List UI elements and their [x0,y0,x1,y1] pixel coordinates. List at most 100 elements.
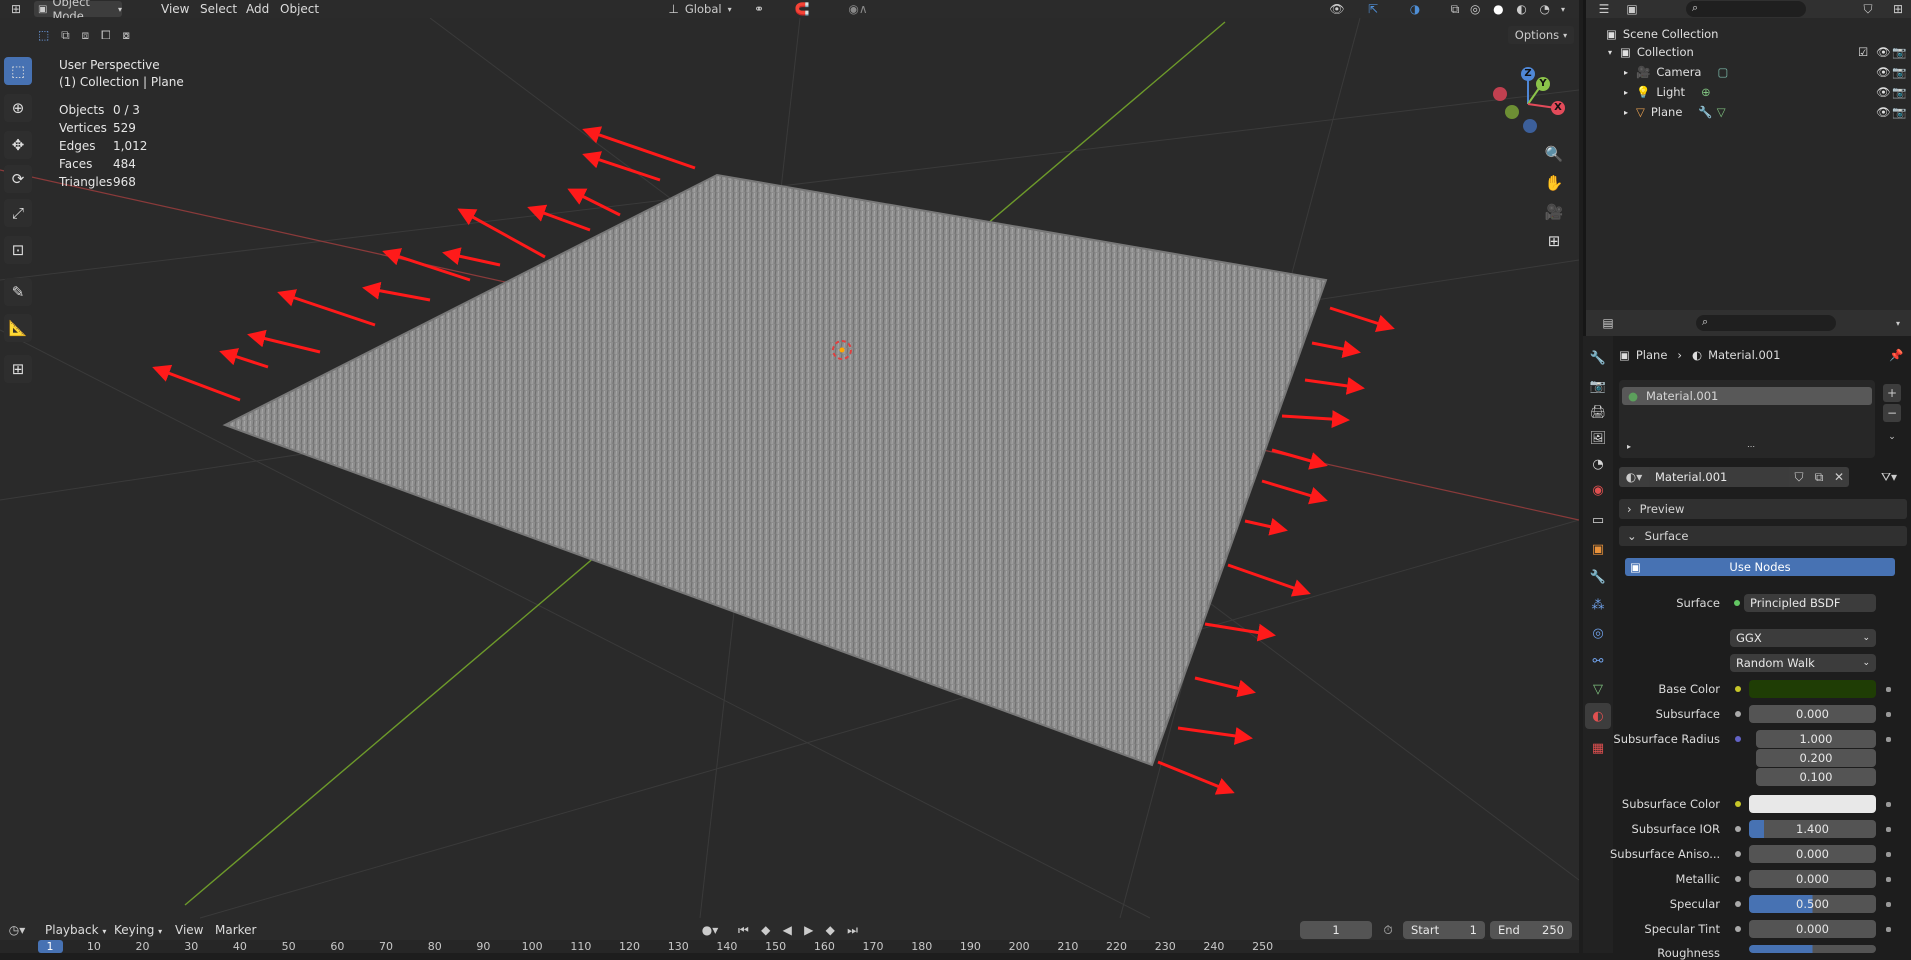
pan-hand-icon[interactable]: ✋ [1541,170,1567,196]
world-tab-icon[interactable]: ◉ [1590,482,1606,498]
pin-icon[interactable]: 📌 [1889,348,1903,362]
visibility-icon[interactable]: 👁 [1322,1,1352,17]
cursor-tool[interactable]: ⊕ [4,94,32,122]
unlink-icon[interactable]: ✕ [1829,467,1849,487]
view-layer-tab-icon[interactable]: 🖼 [1590,430,1607,446]
gizmo-toggle-icon[interactable]: ⇱ [1358,1,1388,17]
expand-arrow-icon[interactable]: ▸ [1627,442,1631,451]
specular-tint-field[interactable]: 0.000 [1749,920,1876,938]
add-cube-tool[interactable]: ⊞ [4,355,32,383]
annotate-tool[interactable]: ✎ [4,278,32,306]
rendered-shading-icon[interactable]: ◔ [1540,2,1550,16]
current-frame-field[interactable]: 1 [1300,921,1372,939]
eye-icon[interactable]: 👁 [1876,45,1891,59]
material-name-field[interactable]: Material.001 [1649,467,1789,487]
select-invert-icon[interactable]: ⧠ [101,28,111,43]
display-mode-icon[interactable]: ▣ [1620,1,1644,17]
collection-row[interactable]: ▾ ▣ Collection ☑ 👁 📷 [1608,43,1906,61]
jump-end-icon[interactable]: ⏭ [847,923,858,938]
properties-editor-icon[interactable]: ▤ [1594,315,1622,331]
outliner-search-input[interactable]: ⌕ [1686,1,1806,17]
prev-keyframe-icon[interactable]: ◆ [761,923,770,937]
surface-shader-field[interactable]: Principled BSDF [1744,594,1876,612]
next-keyframe-icon[interactable]: ◆ [826,923,835,937]
overlays-icon[interactable]: ◑ [1400,1,1430,17]
constraints-tab-icon[interactable]: ⚯ [1590,653,1606,669]
measure-tool[interactable]: 📐 [4,314,32,342]
eye-icon[interactable]: 👁 [1876,85,1891,99]
navigation-gizmo[interactable]: Z Y X [1488,58,1568,138]
outliner-editor-icon[interactable]: ☰ [1592,1,1616,17]
menu-select[interactable]: Select [200,2,237,16]
keyframe-dot[interactable] [1886,927,1891,932]
menu-marker[interactable]: Marker [215,923,256,937]
material-tab-icon[interactable]: ◐ [1590,708,1606,724]
rotate-tool[interactable]: ⟳ [4,165,32,193]
duplicate-icon[interactable]: ⧉ [1809,467,1829,487]
distribution-dropdown[interactable]: GGX ⌄ [1730,629,1876,647]
subsurface-radius-x[interactable]: 1.000 [1756,730,1876,748]
record-icon[interactable]: ●▾ [692,922,728,938]
xray-icon[interactable]: ⧉ [1446,1,1464,17]
texture-tab-icon[interactable]: ▦ [1590,740,1606,756]
chevron-down-icon[interactable]: ▾ [1556,1,1570,17]
subsurface-radius-z[interactable]: 0.100 [1756,768,1876,786]
chevron-down-icon[interactable]: ⌄ [1883,428,1901,446]
physics-tab-icon[interactable]: ◎ [1590,625,1606,641]
subsurface-method-dropdown[interactable]: Random Walk ⌄ [1730,654,1876,672]
timeline-editor-icon[interactable]: ◷▾ [4,922,30,938]
filter-icon[interactable]: ⛉ [1856,1,1880,17]
keyframe-dot[interactable] [1886,712,1891,717]
subsurface-radius-y[interactable]: 0.200 [1756,749,1876,767]
menu-view[interactable]: View [161,2,189,16]
eye-icon[interactable]: 👁 [1876,105,1891,119]
fake-user-icon[interactable]: ⛉ [1789,467,1809,487]
select-new-icon[interactable]: ⬚ [38,28,49,42]
ortho-grid-icon[interactable]: ⊞ [1541,228,1567,254]
select-intersect-icon[interactable]: ⧇ [122,28,130,43]
pivot-icon[interactable]: ⚭ [748,1,770,17]
menu-object[interactable]: Object [280,2,319,16]
gizmo-y[interactable]: Y [1536,77,1550,91]
subsurface-field[interactable]: 0.000 [1749,705,1876,723]
options-dropdown[interactable]: Options ▾ [1508,26,1574,44]
node-link-icon[interactable]: ⛛▾ [1874,467,1904,487]
subsurface-color-swatch[interactable] [1749,795,1876,813]
keyframe-dot[interactable] [1886,827,1891,832]
modifier-tab-icon[interactable]: 🔧 [1590,569,1606,585]
keyframe-dot[interactable] [1886,852,1891,857]
gizmo-x[interactable]: X [1551,101,1565,115]
transform-tool[interactable]: ⊡ [4,236,32,264]
camera-restrict-icon[interactable]: 📷 [1892,45,1906,59]
properties-search-input[interactable]: ⌕ [1696,315,1836,331]
material-slot[interactable]: ● Material.001 [1622,387,1872,405]
camera-restrict-icon[interactable]: 📷 [1892,65,1906,79]
tool-tab-icon[interactable]: 🔧 [1590,350,1606,366]
specular-slider[interactable]: 0.500 [1749,895,1876,913]
base-color-swatch[interactable] [1749,680,1876,698]
collection-tab-icon[interactable]: ▭ [1590,512,1606,528]
preview-panel-header[interactable]: › Preview [1619,499,1907,519]
play-reverse-icon[interactable]: ◀ [783,923,792,937]
menu-playback[interactable]: Playback ▾ [45,923,106,937]
select-box-tool[interactable]: ⬚ [4,57,32,85]
outliner-item-plane[interactable]: ▸ ▽ Plane 🔧 ▽ 👁 📷 [1624,103,1906,121]
editor-type-icon[interactable]: ⊞ [4,1,28,17]
keyframe-dot[interactable] [1886,902,1891,907]
menu-add[interactable]: Add [246,2,269,16]
gizmo-z[interactable]: Z [1521,67,1535,81]
chevron-down-icon[interactable]: ▾ [1890,315,1906,331]
keyframe-dot[interactable] [1886,877,1891,882]
new-collection-icon[interactable]: ⊞ [1888,1,1908,17]
browse-material-button[interactable]: ◐▾ [1619,467,1649,487]
move-tool[interactable]: ✥ [4,131,32,159]
select-subtract-icon[interactable]: ⧈ [82,28,90,43]
proportional-edit-icon[interactable]: ◉∧ [838,1,878,17]
play-icon[interactable]: ▶ [804,923,813,937]
subsurface-anisotropy-field[interactable]: 0.000 [1749,845,1876,863]
camera-restrict-icon[interactable]: 📷 [1892,85,1906,99]
particles-tab-icon[interactable]: ⁂ [1590,597,1606,613]
scene-tab-icon[interactable]: ◔ [1590,456,1606,472]
material-slot-list[interactable]: ● Material.001 ▸ ⋯ [1619,380,1875,458]
eye-icon[interactable]: 👁 [1876,65,1891,79]
